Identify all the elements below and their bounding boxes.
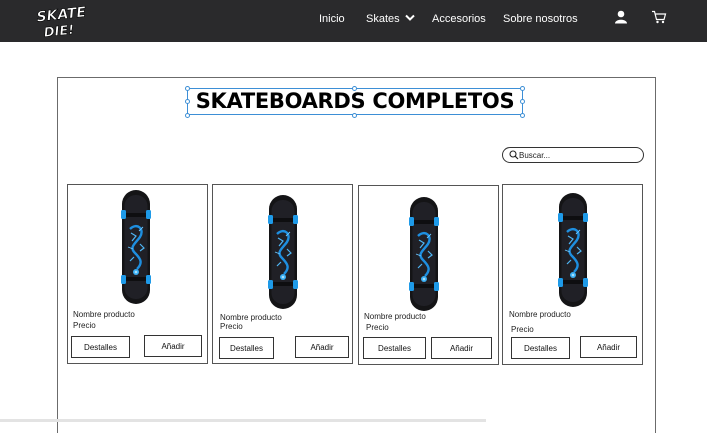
product-card: Nombre producto Precio Destalles Añadir	[358, 185, 499, 365]
logo[interactable]: SKATE DIE!	[34, 3, 90, 41]
search-box[interactable]	[502, 147, 644, 163]
skateboard-image[interactable]	[121, 189, 151, 305]
skateboard-image[interactable]	[268, 194, 298, 310]
product-name: Nombre producto	[73, 310, 135, 319]
nav-link-skates[interactable]: Skates	[366, 13, 415, 25]
page-title: SKATEBOARDS COMPLETOS	[195, 89, 515, 113]
add-to-cart-button[interactable]: Añadir	[144, 335, 202, 357]
product-card: Nombre producto Precio Destalles Añadir	[502, 184, 643, 365]
product-name: Nombre producto	[509, 310, 571, 319]
details-button[interactable]: Destalles	[219, 337, 274, 359]
nav-link-sobre-nosotros[interactable]: Sobre nosotros	[503, 13, 578, 25]
nav-link-inicio[interactable]: Inicio	[319, 13, 345, 25]
skateboard-image[interactable]	[558, 192, 588, 308]
cart-icon[interactable]	[651, 10, 667, 24]
search-input[interactable]	[519, 148, 639, 162]
product-price: Precio	[220, 322, 243, 331]
horizontal-scrollbar[interactable]	[0, 419, 486, 422]
product-card: Nombre producto Precio Destalles Añadir	[67, 184, 208, 364]
nav-link-skates-label: Skates	[366, 13, 400, 25]
product-price: Precio	[73, 321, 96, 330]
product-name: Nombre producto	[364, 312, 426, 321]
add-to-cart-button[interactable]: Añadir	[431, 337, 492, 359]
svg-text:DIE!: DIE!	[43, 23, 75, 39]
product-price: Precio	[511, 325, 534, 334]
skateboard-image[interactable]	[409, 196, 439, 312]
nav-link-accesorios[interactable]: Accesorios	[432, 13, 486, 25]
chevron-down-icon	[404, 14, 415, 21]
product-name: Nombre producto	[220, 313, 282, 322]
user-icon[interactable]	[614, 10, 628, 24]
svg-text:SKATE: SKATE	[36, 4, 87, 25]
top-navbar: SKATE DIE! Inicio Skates Accesorios Sobr…	[0, 0, 707, 42]
add-to-cart-button[interactable]: Añadir	[580, 336, 637, 358]
product-price: Precio	[366, 323, 389, 332]
search-icon	[509, 150, 519, 160]
add-to-cart-button[interactable]: Añadir	[295, 336, 349, 358]
details-button[interactable]: Destalles	[511, 337, 570, 359]
details-button[interactable]: Destalles	[71, 336, 130, 358]
details-button[interactable]: Destalles	[363, 337, 426, 359]
product-card: Nombre producto Precio Destalles Añadir	[212, 184, 353, 364]
